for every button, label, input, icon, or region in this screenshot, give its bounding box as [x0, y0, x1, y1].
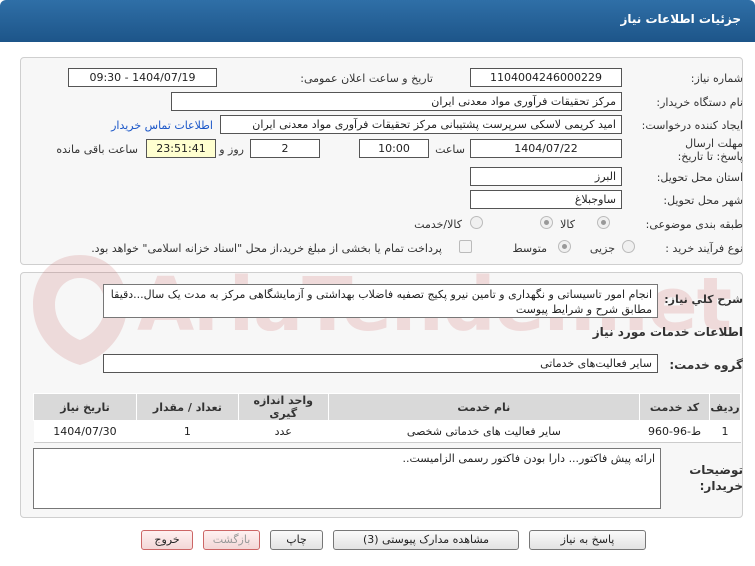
table-row[interactable]: 1 ط-96-960 سایر فعالیت های خدماتی شخصی ع…	[33, 420, 741, 443]
services-table: ردیف کد خدمت نام خدمت واحد اندازه گیری ت…	[33, 393, 741, 443]
buyer-notes-label: توضیحات خریدار:	[689, 463, 743, 493]
remaining-time-field: 23:51:41	[146, 139, 216, 158]
deadline-label: مهلت ارسال پاسخ: تا تاریخ:	[677, 137, 743, 163]
announce-datetime-label: تاریخ و ساعت اعلان عمومی:	[300, 72, 433, 85]
cell-code: ط-96-960	[639, 420, 710, 443]
page-title: جزئیات اطلاعات نیاز	[620, 12, 741, 26]
purchase-minor-radio[interactable]	[622, 240, 635, 253]
category-label: طبقه بندی موضوعی:	[645, 218, 743, 231]
cell-row: 1	[709, 420, 741, 443]
province-field[interactable]: البرز	[470, 167, 622, 186]
deadline-time-field[interactable]: 10:00	[359, 139, 429, 158]
col-name-header: نام خدمت	[327, 393, 641, 421]
cell-qty: 1	[136, 420, 239, 443]
days-remaining-field[interactable]: 2	[250, 139, 320, 158]
remaining-time-label: ساعت باقی مانده	[56, 143, 138, 156]
deadline-date-field[interactable]: 1404/07/22	[470, 139, 622, 158]
buyer-contact-link[interactable]: اطلاعات تماس خریدار	[111, 119, 213, 132]
buyer-org-field[interactable]: مرکز تحقیقات فرآوری مواد معدنی ایران	[171, 92, 622, 111]
services-heading: اطلاعات خدمات مورد نیاز	[592, 325, 743, 339]
cell-name: سایر فعالیت های خدماتی شخصی	[328, 420, 640, 443]
city-field[interactable]: ساوجبلاغ	[470, 190, 622, 209]
announce-datetime-field[interactable]: 1404/07/19 - 09:30	[68, 68, 217, 87]
purchase-minor-label: جزیی	[589, 242, 615, 255]
col-row-header: ردیف	[709, 393, 741, 421]
category-goods-service-radio[interactable]	[540, 216, 553, 229]
view-attachments-button[interactable]: مشاهده مدارک پیوستی (3)	[333, 530, 519, 550]
category-goods-service-label: کالا/خدمت	[414, 218, 462, 231]
province-label: استان محل تحویل:	[656, 171, 743, 184]
category-service-radio[interactable]	[470, 216, 483, 229]
purchase-medium-radio[interactable]	[558, 240, 571, 253]
cell-date: 1404/07/30	[33, 420, 137, 443]
print-button[interactable]: چاپ	[270, 530, 323, 550]
need-number-label: شماره نیاز:	[690, 72, 743, 85]
col-date-header: تاریخ نیاز	[33, 393, 137, 421]
days-label: روز و	[219, 143, 244, 156]
col-unit-header: واحد اندازه گیری	[237, 393, 329, 421]
need-number-field[interactable]: 1104004246000229	[470, 68, 622, 87]
purchase-medium-label: متوسط	[512, 242, 547, 255]
cell-unit: عدد	[238, 420, 329, 443]
deadline-time-label: ساعت	[435, 143, 465, 156]
reply-button[interactable]: پاسخ به نیاز	[529, 530, 646, 550]
exit-button[interactable]: خروج	[141, 530, 193, 550]
back-button[interactable]: بازگشت	[203, 530, 260, 550]
purchase-type-label: نوع فرآیند خرید :	[665, 242, 743, 255]
category-goods-radio[interactable]	[597, 216, 610, 229]
requester-label: ایجاد کننده درخواست:	[641, 119, 743, 132]
need-info-panel	[20, 57, 743, 265]
city-label: شهر محل تحویل:	[663, 194, 743, 207]
service-group-field[interactable]: سایر فعالیت‌های خدماتی	[103, 354, 658, 373]
buyer-org-label: نام دستگاه خریدار:	[656, 96, 743, 109]
summary-field[interactable]: انجام امور تاسیساتی و نگهداری و تامین نی…	[103, 284, 658, 318]
treasury-payment-checkbox[interactable]	[459, 240, 472, 253]
col-code-header: کد خدمت	[639, 393, 711, 421]
summary-label: شرح کلي نياز:	[664, 293, 743, 306]
title-bar: جزئیات اطلاعات نیاز	[0, 0, 755, 42]
col-qty-header: تعداد / مقدار	[135, 393, 239, 421]
service-group-label: گروه خدمت:	[669, 358, 743, 372]
table-header-row: ردیف کد خدمت نام خدمت واحد اندازه گیری ت…	[33, 393, 741, 421]
category-goods-label: کالا	[560, 218, 575, 231]
buyer-notes-field[interactable]: ارائه پیش فاکتور... دارا بودن فاکتور رسم…	[33, 448, 661, 509]
treasury-payment-note: پرداخت تمام یا بخشی از مبلغ خرید،از محل …	[91, 242, 442, 255]
requester-field[interactable]: امید کریمی لاسکی سرپرست پشتیبانی مرکز تح…	[220, 115, 622, 134]
